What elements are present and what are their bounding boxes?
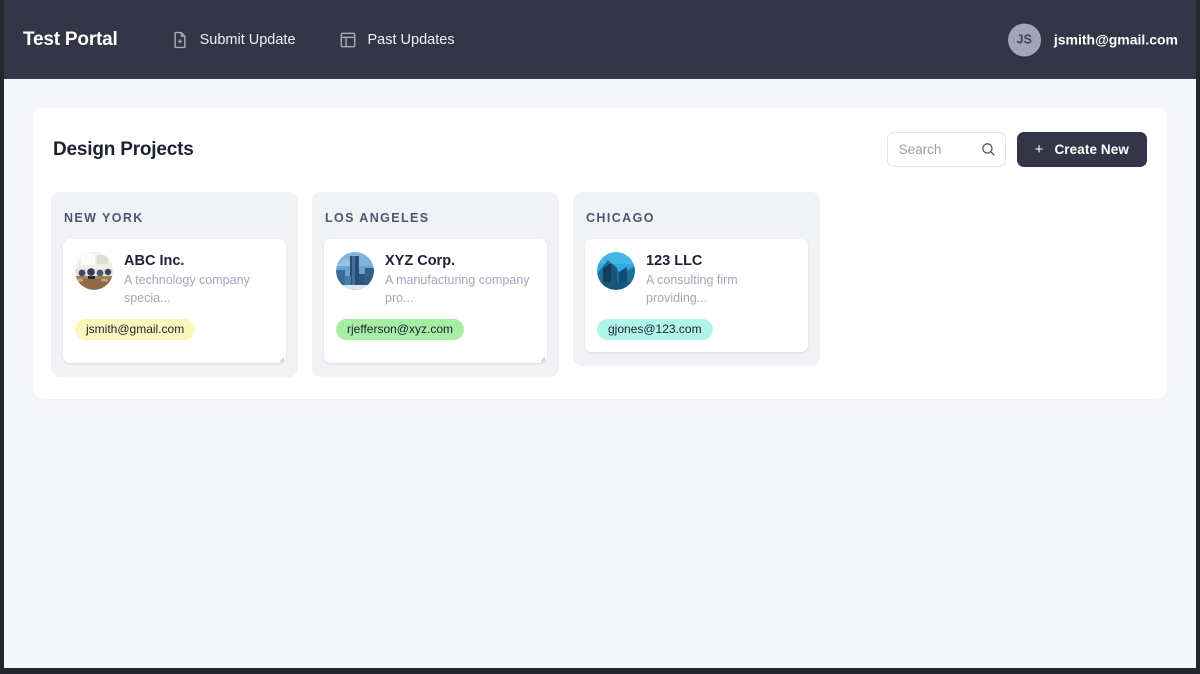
board-column-chicago: CHICAGO 123 LLC A consulting firm provid… bbox=[573, 192, 820, 366]
card-title: ABC Inc. bbox=[124, 253, 185, 269]
avatar: JS bbox=[1007, 23, 1041, 56]
project-card[interactable]: XYZ Corp. A manufacturing company pro...… bbox=[324, 239, 547, 363]
layout-table-icon bbox=[339, 31, 357, 49]
create-new-label: Create New bbox=[1054, 142, 1129, 157]
card-resize-handle[interactable] bbox=[275, 352, 284, 361]
project-board: NEW YORK ABC Inc. A technology company s… bbox=[51, 192, 1149, 377]
card-email-tag[interactable]: jsmith@gmail.com bbox=[75, 318, 196, 340]
card-email-tag[interactable]: rjefferson@xyz.com bbox=[336, 318, 464, 340]
top-navbar: Test Portal Submit Update Past Updates J… bbox=[4, 0, 1196, 79]
card-text: XYZ Corp. A manufacturing company pro... bbox=[385, 252, 535, 308]
project-card[interactable]: ABC Inc. A technology company specia... … bbox=[63, 239, 286, 363]
card-text: 123 LLC A consulting firm providing... bbox=[646, 252, 796, 308]
search-icon[interactable] bbox=[981, 142, 996, 157]
nav-link-past-updates[interactable]: Past Updates bbox=[339, 31, 455, 49]
card-header: ABC Inc. A technology company specia... bbox=[75, 252, 274, 308]
column-title: LOS ANGELES bbox=[325, 211, 430, 225]
card-title: 123 LLC bbox=[646, 253, 703, 269]
user-menu[interactable]: JS jsmith@gmail.com bbox=[1007, 23, 1178, 56]
plus-icon: + bbox=[1034, 141, 1044, 158]
primary-nav: Submit Update Past Updates bbox=[171, 31, 455, 49]
board-column-los-angeles: LOS ANGELES XYZ Corp. A manufacturing co… bbox=[312, 192, 559, 377]
card-email-tag[interactable]: gjones@123.com bbox=[597, 318, 713, 340]
page-body: Design Projects + Create New bbox=[4, 79, 1196, 399]
card-header: 123 LLC A consulting firm providing... bbox=[597, 252, 796, 308]
app-viewport: Test Portal Submit Update Past Updates J… bbox=[4, 0, 1196, 668]
app-brand-title: Test Portal bbox=[23, 28, 118, 50]
card-description: A technology company specia... bbox=[124, 273, 250, 306]
card-title: XYZ Corp. bbox=[385, 253, 456, 269]
column-title: NEW YORK bbox=[64, 211, 144, 225]
create-new-button[interactable]: + Create New bbox=[1016, 132, 1147, 167]
file-plus-icon bbox=[171, 31, 189, 49]
page-title: Design Projects bbox=[53, 138, 194, 160]
projects-panel: Design Projects + Create New bbox=[33, 108, 1167, 399]
user-email-label: jsmith@gmail.com bbox=[1053, 31, 1178, 48]
panel-header: Design Projects + Create New bbox=[51, 132, 1149, 167]
card-description: A manufacturing company pro... bbox=[385, 273, 530, 306]
card-description: A consulting firm providing... bbox=[646, 273, 738, 306]
card-text: ABC Inc. A technology company specia... bbox=[124, 252, 274, 308]
nav-link-label: Submit Update bbox=[199, 31, 296, 48]
office-meeting-photo bbox=[75, 252, 113, 290]
nav-link-label: Past Updates bbox=[367, 31, 455, 48]
blue-skyscraper-photo bbox=[336, 252, 374, 290]
card-resize-handle[interactable] bbox=[536, 352, 545, 361]
nav-link-submit-update[interactable]: Submit Update bbox=[171, 31, 296, 49]
panel-toolbar: + Create New bbox=[886, 132, 1147, 167]
search-box[interactable] bbox=[886, 132, 1006, 167]
city-tower-photo bbox=[597, 252, 635, 290]
board-column-new-york: NEW YORK ABC Inc. A technology company s… bbox=[51, 192, 298, 377]
project-card[interactable]: 123 LLC A consulting firm providing... g… bbox=[585, 239, 808, 352]
search-input[interactable] bbox=[898, 142, 975, 157]
column-title: CHICAGO bbox=[586, 211, 655, 225]
card-header: XYZ Corp. A manufacturing company pro... bbox=[336, 252, 535, 308]
